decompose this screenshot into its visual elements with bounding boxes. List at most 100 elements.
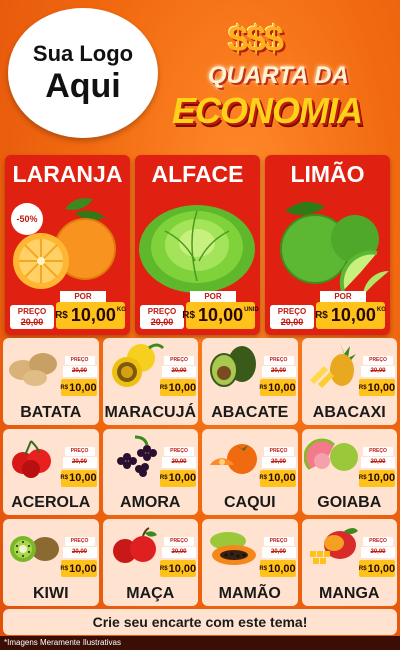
product-card-abacaxi[interactable]: PREÇO 20,00 R$ 10,00 ABACAXI [301,338,397,425]
headline-line-1: QUARTA DA [208,62,349,89]
old-price: 20,00 [62,547,97,559]
currency: R$ [358,384,367,391]
por-label: POR [190,291,236,302]
old-price: 20,00 [162,366,196,377]
price-label: PREÇO [164,537,194,547]
currency: R$ [60,565,69,572]
product-name: MAÇA [126,584,175,602]
featured-card-alface[interactable]: ALFACE POR PREÇO 20,00 R$ 10,00 UNID [135,155,260,335]
new-price: R$ 10,00 [159,560,196,578]
new-price: R$ 10,00 [60,469,97,487]
price-label: PREÇO [64,446,95,456]
currency: R$ [182,310,196,321]
papaya-icon [210,532,256,566]
price-unit: UNID [244,307,259,313]
currency: R$ [259,384,268,391]
currency: R$ [55,310,68,321]
product-name: ACEROLA [11,494,91,512]
old-price-label: PREÇO [277,307,307,316]
price-value: 10,00 [70,305,116,325]
product-name: ABACATE [211,403,289,421]
price-tag: PREÇO 20,00 R$ 10,00 [60,537,97,583]
product-grid: PREÇO 20,00 R$ 10,00 BATATA PREÇO 20,00 R… [3,338,397,606]
new-price: R$ 10,00 UNID [182,302,259,329]
product-name: MARACUJÁ [104,403,197,421]
price-value: 10,00 [69,381,97,394]
logo-line-1: Sua Logo [32,41,134,66]
new-price: R$ 10,00 [60,379,97,396]
price-label: PREÇO [363,356,393,365]
price-value: 10,00 [367,562,396,575]
persimmon-icon [210,443,257,474]
guava-icon [303,438,358,471]
price-value: 10,00 [268,472,296,485]
new-price: R$ 10,00 [160,379,196,396]
pineapple-icon [309,342,356,388]
old-price: 20,00 [261,547,296,559]
product-name: AMORA [120,494,181,512]
new-price: R$ 10,00 KG [55,302,126,329]
price-tag: PREÇO 20,00 R$ 10,00 [60,446,97,493]
price-tag: PREÇO 20,00 R$ 10,00 [359,537,395,583]
product-card-maca[interactable]: PREÇO 20,00 R$ 10,00 MAÇA [102,519,198,606]
product-name: BATATA [20,403,82,421]
old-price-value: 20,00 [150,317,174,327]
product-name: KIWI [32,584,69,602]
price-tag: PREÇO 20,00 R$ 10,00 [259,356,296,402]
price-label: PREÇO [263,537,294,547]
product-card-goiaba[interactable]: PREÇO 20,00 R$ 10,00 GOIABA [301,428,397,516]
blackberry-icon [116,435,157,477]
product-card-batata[interactable]: PREÇO 20,00 R$ 10,00 BATATA [3,338,99,425]
product-card-amora[interactable]: PREÇO 20,00 R$ 10,00 AMORA [102,428,198,516]
featured-name: ALFACE [151,161,244,187]
currency: R$ [159,565,168,572]
price-label: PREÇO [64,537,95,547]
currency: R$ [358,565,367,572]
product-card-mamao[interactable]: PREÇO 20,00 R$ 10,00 MAMÃO [202,519,298,606]
price-tag: POR PREÇO 20,00 R$ 10,00 KG [10,291,126,331]
price-tag: PREÇO 20,00 R$ 10,00 [359,446,396,493]
featured-card-limao[interactable]: LIMÃO POR PREÇO 20,00 R$ 10,00 KG [265,155,390,335]
kiwi-icon [10,536,59,563]
featured-card-laranja[interactable]: LARANJA -50% POR PREÇO 20,00 R$ 10,00 KG [5,155,130,335]
new-price: R$ 10,00 [259,379,296,396]
logo-line-2: Aqui [45,67,121,105]
price-value: 10,00 [367,472,396,485]
new-price: R$ 10,00 [160,469,197,487]
create-flyer-link[interactable]: Crie seu encarte com este tema! [3,609,397,635]
product-card-manga[interactable]: PREÇO 20,00 R$ 10,00 MANGA [301,519,397,606]
product-name: MANGA [319,584,380,602]
price-label: PREÇO [263,356,294,365]
price-label: PREÇO [263,446,294,456]
discount-badge: -50% [11,203,43,235]
product-card-kiwi[interactable]: PREÇO 20,00 R$ 10,00 KIWI [3,519,99,606]
dollar-signs: $$$ [228,18,284,59]
product-card-acerola[interactable]: PREÇO 20,00 R$ 10,00 ACEROLA [3,428,99,516]
product-card-abacate[interactable]: PREÇO 20,00 R$ 10,00 ABACATE [202,338,298,425]
price-label: PREÇO [164,356,194,365]
apple-icon [112,527,157,564]
price-label: PREÇO [164,446,194,456]
price-tag: PREÇO 20,00 R$ 10,00 [259,446,296,493]
avocado-icon [210,346,256,387]
currency: R$ [259,565,268,572]
price-value: 10,00 [330,305,376,325]
price-value: 10,00 [69,562,97,575]
por-label: POR [320,291,366,302]
price-value: 10,00 [168,472,197,485]
product-card-caqui[interactable]: PREÇO 20,00 R$ 10,00 CAQUI [202,428,298,516]
product-card-maracuja[interactable]: PREÇO 20,00 R$ 10,00 MARACUJÁ [102,338,198,425]
price-tag: PREÇO 20,00 R$ 10,00 [160,356,196,402]
featured-name: LIMÃO [290,161,365,187]
currency: R$ [259,475,268,482]
old-price: PREÇO 20,00 [270,305,314,329]
old-price-label: PREÇO [17,307,47,316]
headline: $$$ QUARTA DA ECONOMIA [168,18,393,138]
acerola-icon [12,439,51,478]
old-price-value: 20,00 [280,317,304,327]
new-price: R$ 10,00 KG [315,302,386,329]
disclaimer: *Imagens Meramente Ilustrativas [0,636,400,650]
old-price: 20,00 [162,547,196,559]
old-price: PREÇO 20,00 [140,305,184,329]
lime-icon [280,201,389,295]
